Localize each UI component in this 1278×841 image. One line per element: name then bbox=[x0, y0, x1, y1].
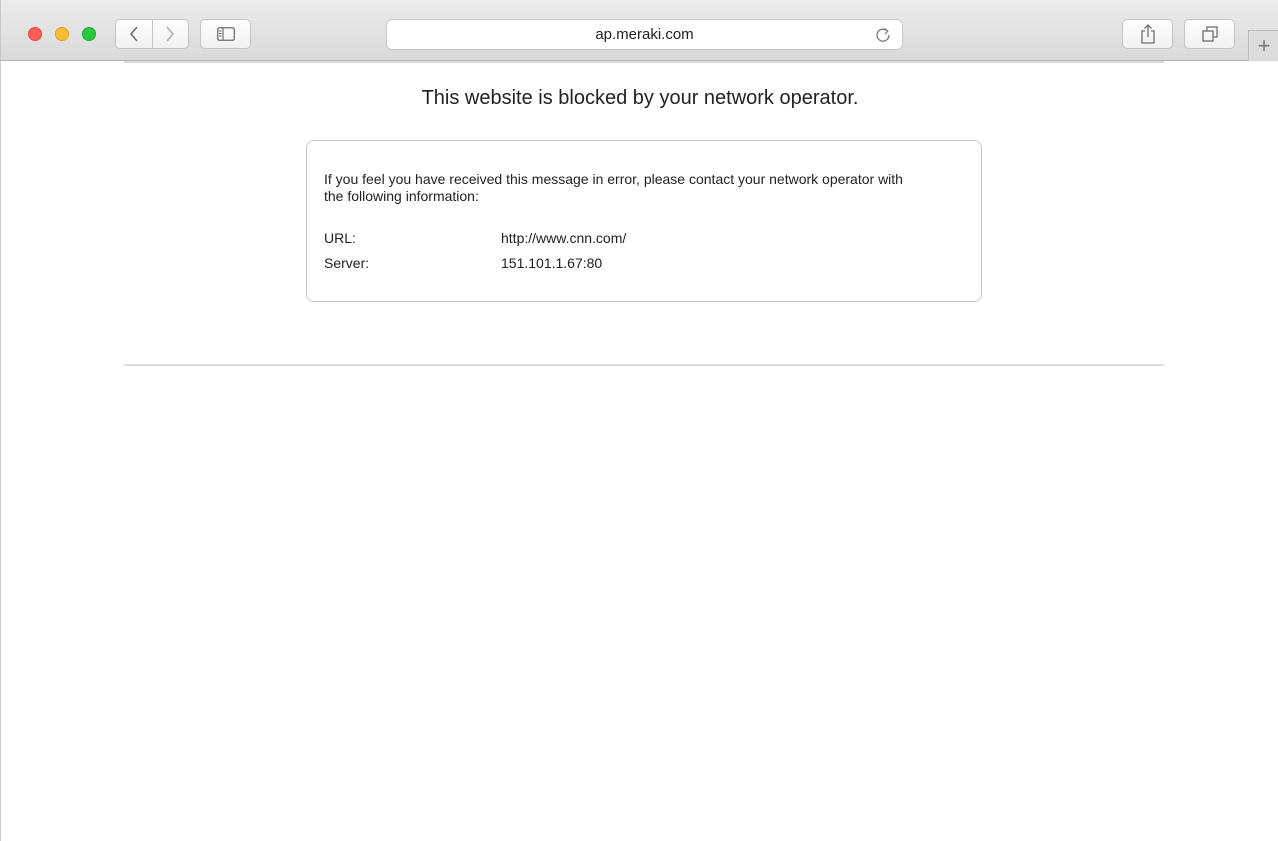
new-tab-button[interactable]: + bbox=[1248, 30, 1278, 61]
sidebar-button[interactable] bbox=[200, 19, 251, 49]
detail-value: http://www.cnn.com/ bbox=[501, 229, 627, 246]
plus-icon: + bbox=[1257, 33, 1271, 58]
chevron-right-icon bbox=[166, 26, 175, 42]
detail-label: Server: bbox=[324, 254, 370, 271]
sidebar-icon bbox=[216, 27, 235, 41]
info-box: If you feel you have received this messa… bbox=[306, 140, 982, 302]
chevron-left-icon bbox=[129, 26, 138, 42]
bottom-divider bbox=[124, 364, 1164, 366]
share-button[interactable] bbox=[1122, 19, 1173, 49]
close-window-button[interactable] bbox=[28, 27, 42, 41]
address-text: ap.meraki.com bbox=[595, 26, 694, 43]
detail-value: 151.101.1.67:80 bbox=[501, 254, 603, 271]
address-bar[interactable]: ap.meraki.com bbox=[386, 19, 903, 50]
detail-label: URL: bbox=[324, 229, 356, 246]
tabs-overview-button[interactable] bbox=[1184, 19, 1235, 49]
details-table: URL: http://www.cnn.com/ Server: 151.101… bbox=[324, 225, 964, 275]
share-icon bbox=[1140, 24, 1155, 44]
reload-icon[interactable] bbox=[874, 26, 892, 44]
page-content: This website is blocked by your network … bbox=[1, 61, 1278, 841]
detail-row-url: URL: http://www.cnn.com/ bbox=[324, 225, 964, 250]
browser-window: ap.meraki.com + This website is blocked … bbox=[0, 0, 1278, 841]
error-message: If you feel you have received this messa… bbox=[324, 171, 903, 204]
maximize-window-button[interactable] bbox=[82, 27, 96, 41]
minimize-window-button[interactable] bbox=[55, 27, 69, 41]
tabs-overview-icon bbox=[1201, 26, 1218, 42]
page-title: This website is blocked by your network … bbox=[421, 87, 859, 109]
navigation-buttons bbox=[115, 19, 189, 49]
detail-row-server: Server: 151.101.1.67:80 bbox=[324, 250, 964, 275]
back-button[interactable] bbox=[116, 20, 152, 48]
top-divider bbox=[124, 61, 1164, 63]
browser-toolbar: ap.meraki.com + bbox=[1, 0, 1278, 61]
forward-button[interactable] bbox=[151, 20, 189, 48]
